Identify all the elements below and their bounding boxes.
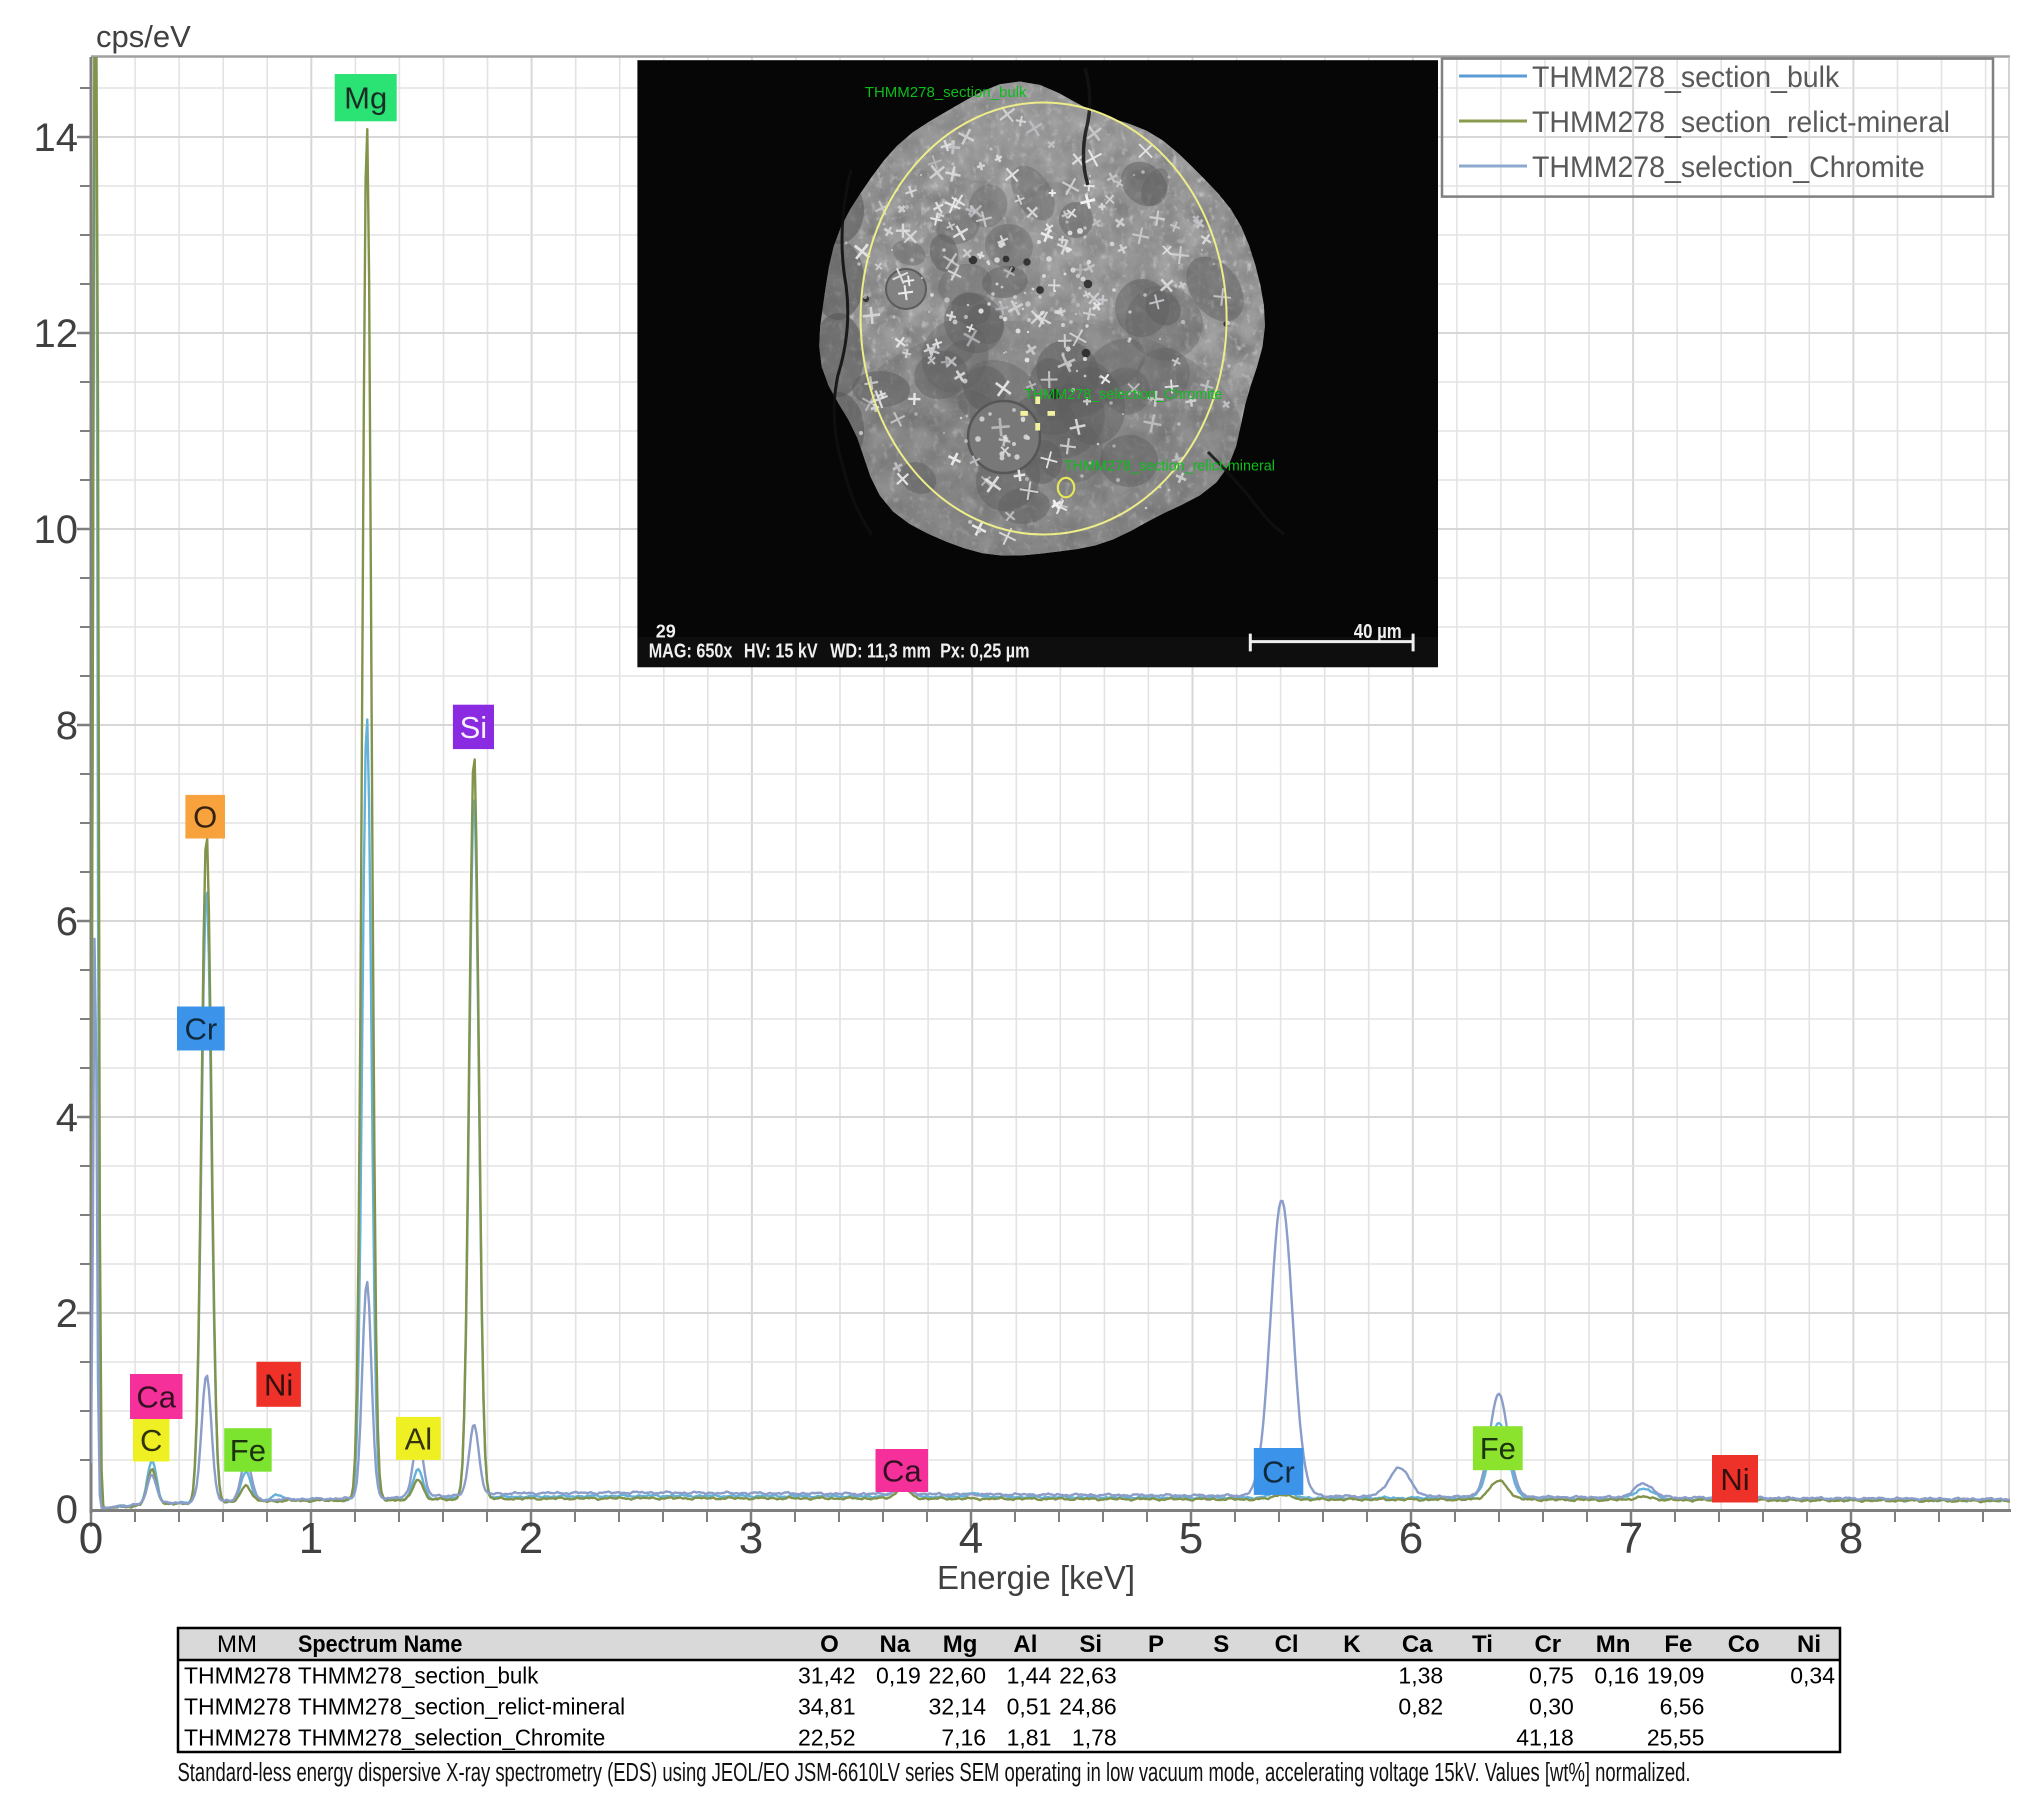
svg-text:Cl: Cl — [1275, 1631, 1299, 1658]
svg-text:1,81: 1,81 — [1007, 1725, 1052, 1751]
svg-text:Si: Si — [460, 710, 488, 745]
svg-text:24,86: 24,86 — [1059, 1694, 1117, 1720]
svg-text:O: O — [820, 1631, 839, 1658]
svg-text:K: K — [1343, 1631, 1361, 1658]
svg-text:10: 10 — [34, 508, 79, 552]
svg-text:Ca: Ca — [136, 1380, 176, 1415]
svg-text:41,18: 41,18 — [1516, 1725, 1574, 1751]
svg-text:THMM278_section_bulk: THMM278_section_bulk — [1532, 61, 1840, 94]
svg-text:0,51: 0,51 — [1007, 1694, 1052, 1720]
svg-text:0: 0 — [79, 1514, 103, 1563]
svg-text:12: 12 — [34, 312, 79, 356]
svg-text:31,42: 31,42 — [798, 1663, 856, 1689]
svg-text:Na: Na — [879, 1631, 910, 1658]
svg-text:Ni: Ni — [264, 1367, 293, 1402]
svg-text:6: 6 — [1399, 1514, 1423, 1563]
svg-text:22,63: 22,63 — [1059, 1663, 1117, 1689]
svg-text:Mn: Mn — [1596, 1631, 1631, 1658]
svg-text:1,38: 1,38 — [1398, 1663, 1443, 1689]
svg-text:WD: 11,3 mm: WD: 11,3 mm — [830, 638, 931, 661]
svg-text:O: O — [193, 800, 217, 835]
svg-text:cps/eV: cps/eV — [96, 19, 191, 54]
svg-text:THMM278_section_relict-mineral: THMM278_section_relict-mineral — [1064, 458, 1275, 474]
svg-text:Ca: Ca — [1402, 1631, 1433, 1658]
svg-text:2: 2 — [519, 1514, 543, 1563]
svg-text:0,16: 0,16 — [1594, 1663, 1639, 1689]
svg-text:Cr: Cr — [1534, 1631, 1561, 1658]
svg-text:14: 14 — [34, 116, 79, 160]
svg-text:MAG: 650x: MAG: 650x — [649, 638, 733, 661]
svg-text:Ni: Ni — [1720, 1462, 1749, 1497]
svg-text:Mg: Mg — [344, 81, 387, 116]
svg-text:5: 5 — [1179, 1514, 1203, 1563]
svg-text:1,44: 1,44 — [1007, 1663, 1052, 1689]
svg-text:Fe: Fe — [230, 1433, 266, 1468]
svg-text:THMM278_selection_Chromite: THMM278_selection_Chromite — [298, 1724, 605, 1750]
svg-text:8: 8 — [56, 704, 78, 748]
svg-text:THMM278_section_relict-mineral: THMM278_section_relict-mineral — [1532, 106, 1950, 139]
svg-text:Px: 0,25 µm: Px: 0,25 µm — [940, 638, 1029, 661]
svg-text:THMM278: THMM278 — [184, 1725, 291, 1751]
svg-text:Ca: Ca — [882, 1454, 922, 1489]
svg-text:Fe: Fe — [1664, 1631, 1692, 1658]
svg-text:25,55: 25,55 — [1647, 1725, 1705, 1751]
svg-text:Spectrum Name: Spectrum Name — [298, 1630, 462, 1657]
svg-text:Al: Al — [405, 1421, 433, 1456]
svg-text:P: P — [1148, 1631, 1164, 1658]
svg-text:THMM278_section_bulk: THMM278_section_bulk — [865, 84, 1027, 101]
svg-text:S: S — [1213, 1631, 1229, 1658]
svg-text:Si: Si — [1079, 1631, 1102, 1658]
svg-text:Co: Co — [1728, 1631, 1760, 1658]
svg-text:8: 8 — [1839, 1514, 1863, 1563]
svg-text:THMM278_selection_Chromite: THMM278_selection_Chromite — [1024, 387, 1222, 403]
svg-text:HV: 15 kV: HV: 15 kV — [744, 638, 818, 661]
svg-text:2: 2 — [56, 1292, 78, 1336]
svg-text:4: 4 — [56, 1096, 78, 1140]
svg-text:22,52: 22,52 — [798, 1725, 856, 1751]
svg-text:6,56: 6,56 — [1660, 1694, 1705, 1720]
svg-text:THMM278_selection_Chromite: THMM278_selection_Chromite — [1532, 151, 1925, 184]
svg-text:THMM278: THMM278 — [184, 1663, 291, 1689]
svg-text:6: 6 — [56, 900, 78, 944]
svg-text:Ni: Ni — [1797, 1631, 1821, 1658]
svg-text:THMM278_section_relict-mineral: THMM278_section_relict-mineral — [298, 1693, 625, 1719]
svg-text:22,60: 22,60 — [929, 1663, 987, 1689]
svg-text:0,82: 0,82 — [1398, 1694, 1443, 1720]
svg-text:THMM278_section_bulk: THMM278_section_bulk — [298, 1662, 539, 1688]
svg-text:Standard-less energy dispersiv: Standard-less energy dispersive X-ray sp… — [178, 1758, 1691, 1787]
svg-text:MM: MM — [217, 1631, 257, 1658]
svg-text:0,30: 0,30 — [1529, 1694, 1574, 1720]
svg-text:0: 0 — [56, 1488, 78, 1532]
svg-text:Ti: Ti — [1472, 1631, 1493, 1658]
svg-text:Cr: Cr — [184, 1012, 217, 1047]
svg-text:40 µm: 40 µm — [1354, 620, 1402, 643]
svg-text:34,81: 34,81 — [798, 1694, 856, 1720]
svg-text:19,09: 19,09 — [1647, 1663, 1705, 1689]
svg-text:7,16: 7,16 — [941, 1725, 986, 1751]
svg-text:1: 1 — [299, 1514, 323, 1563]
svg-text:3: 3 — [739, 1514, 763, 1563]
svg-text:THMM278: THMM278 — [184, 1694, 291, 1720]
svg-text:0,34: 0,34 — [1790, 1663, 1835, 1689]
svg-text:Mg: Mg — [943, 1631, 978, 1658]
svg-text:C: C — [140, 1423, 162, 1458]
svg-text:Cr: Cr — [1262, 1455, 1295, 1490]
svg-text:Fe: Fe — [1480, 1431, 1516, 1466]
svg-text:0,19: 0,19 — [876, 1663, 921, 1689]
svg-text:1,78: 1,78 — [1072, 1725, 1117, 1751]
svg-text:7: 7 — [1619, 1514, 1643, 1563]
svg-text:Energie [keV]: Energie [keV] — [937, 1559, 1135, 1596]
svg-text:32,14: 32,14 — [929, 1694, 987, 1720]
svg-text:4: 4 — [959, 1514, 983, 1563]
svg-text:Al: Al — [1013, 1631, 1037, 1658]
svg-text:0,75: 0,75 — [1529, 1663, 1574, 1689]
